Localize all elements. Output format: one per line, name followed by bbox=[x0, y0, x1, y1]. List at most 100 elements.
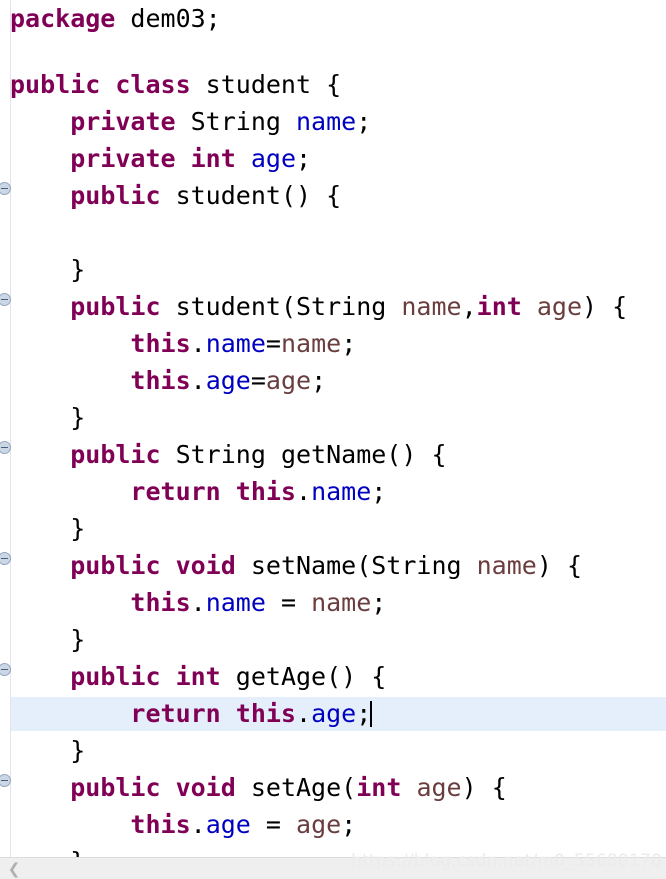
code-token: setName(String bbox=[235, 551, 477, 580]
code-editor[interactable]: package dem03; public class student { pri… bbox=[0, 0, 666, 879]
code-token: = bbox=[250, 366, 266, 395]
fold-marker-get-age[interactable] bbox=[0, 663, 11, 676]
code-token: private bbox=[70, 107, 176, 136]
fold-marker-set-name[interactable] bbox=[0, 552, 11, 565]
code-token: } bbox=[10, 736, 86, 765]
fold-marker-constructor-args[interactable] bbox=[0, 293, 11, 306]
code-token: ; bbox=[296, 144, 312, 173]
code-token: name bbox=[476, 551, 537, 580]
code-token: public class bbox=[10, 70, 191, 99]
code-token: = bbox=[265, 588, 312, 617]
code-token: ; bbox=[311, 366, 327, 395]
code-token: String bbox=[175, 107, 296, 136]
code-token: age bbox=[296, 810, 342, 839]
code-token: setAge( bbox=[235, 773, 357, 802]
code-token: student(String bbox=[160, 292, 402, 321]
code-token: age bbox=[265, 366, 312, 395]
code-line[interactable]: } bbox=[0, 732, 666, 769]
code-token: ; bbox=[371, 477, 387, 506]
code-token: ; bbox=[341, 329, 357, 358]
code-token: . bbox=[190, 588, 206, 617]
watermark-url: https://blog.csdn.net/m0_55680170 bbox=[351, 851, 662, 871]
code-token: dem03; bbox=[115, 4, 221, 33]
code-line[interactable]: private int age; bbox=[0, 140, 666, 177]
code-token: ) { bbox=[536, 551, 582, 580]
code-line[interactable]: this.name = name; bbox=[0, 584, 666, 621]
code-line[interactable]: } bbox=[0, 251, 666, 288]
code-token: age bbox=[311, 699, 357, 728]
code-line[interactable]: this.age = age; bbox=[0, 806, 666, 843]
code-token: return this bbox=[130, 699, 296, 728]
code-token: age bbox=[416, 773, 462, 802]
code-token: this bbox=[130, 810, 191, 839]
code-token: ; bbox=[356, 699, 372, 728]
code-line[interactable]: } bbox=[0, 621, 666, 658]
code-token: name bbox=[205, 588, 266, 617]
code-token: this bbox=[130, 329, 191, 358]
code-token: . bbox=[296, 699, 312, 728]
code-line[interactable]: this.name=name; bbox=[0, 325, 666, 362]
fold-marker-get-name[interactable] bbox=[0, 441, 11, 454]
scroll-left-arrow-icon[interactable]: ❮ bbox=[6, 860, 22, 878]
code-token: public int bbox=[70, 662, 221, 691]
code-line[interactable]: public student() { bbox=[0, 177, 666, 214]
code-token: age bbox=[536, 292, 583, 321]
code-line[interactable]: public int getAge() { bbox=[0, 658, 666, 695]
code-token: ; bbox=[341, 810, 357, 839]
code-line[interactable]: return this.age; bbox=[0, 695, 666, 732]
code-token: } bbox=[10, 625, 86, 654]
code-token: name bbox=[311, 588, 372, 617]
code-token: = bbox=[250, 810, 297, 839]
fold-marker-set-age[interactable] bbox=[0, 774, 11, 787]
code-token: this bbox=[130, 588, 191, 617]
code-line[interactable]: public student(String name,int age) { bbox=[0, 288, 666, 325]
code-token: } bbox=[10, 255, 86, 284]
code-line[interactable]: this.age=age; bbox=[0, 362, 666, 399]
code-token: , bbox=[461, 292, 477, 321]
code-line[interactable]: } bbox=[0, 399, 666, 436]
code-token: this bbox=[130, 366, 191, 395]
code-line[interactable]: private String name; bbox=[0, 103, 666, 140]
code-line[interactable]: public void setName(String name) { bbox=[0, 547, 666, 584]
code-token: } bbox=[10, 847, 85, 857]
code-token: public bbox=[70, 292, 161, 321]
code-token: . bbox=[296, 477, 312, 506]
code-line[interactable]: public String getName() { bbox=[0, 436, 666, 473]
code-line[interactable]: } bbox=[0, 510, 666, 547]
code-line[interactable]: package dem03; bbox=[0, 0, 666, 37]
editor-gutter[interactable] bbox=[0, 0, 11, 857]
code-token: ) { bbox=[582, 292, 628, 321]
code-token: . bbox=[190, 329, 206, 358]
text-caret bbox=[370, 701, 373, 727]
code-line[interactable] bbox=[0, 214, 666, 251]
code-token: package bbox=[10, 4, 116, 33]
code-token: } bbox=[10, 514, 86, 543]
code-token: = bbox=[265, 329, 281, 358]
code-token: ; bbox=[371, 588, 387, 617]
code-token: ) { bbox=[461, 773, 507, 802]
code-token: name bbox=[205, 329, 266, 358]
code-token: public bbox=[70, 181, 161, 210]
code-token: int bbox=[476, 292, 522, 321]
code-token: String getName() { bbox=[160, 440, 447, 469]
fold-marker-constructor-default[interactable] bbox=[0, 182, 11, 195]
code-text-area[interactable]: package dem03; public class student { pri… bbox=[0, 0, 666, 857]
code-line[interactable]: return this.name; bbox=[0, 473, 666, 510]
code-line[interactable]: public class student { bbox=[0, 66, 666, 103]
code-token: age bbox=[250, 144, 297, 173]
code-token: student { bbox=[190, 70, 342, 99]
code-token: int bbox=[356, 773, 402, 802]
code-line[interactable]: public void setAge(int age) { bbox=[0, 769, 666, 806]
